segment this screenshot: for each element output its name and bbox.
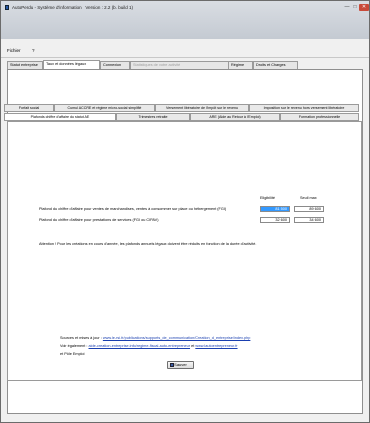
- save-button[interactable]: Sauver: [167, 361, 194, 369]
- plafond-ventes-eligibility-field[interactable]: 81 500: [260, 206, 290, 212]
- lautoentrepreneur-link[interactable]: www.lautoentrepreneur.fr: [195, 344, 237, 348]
- save-button-label: Sauver: [174, 362, 187, 367]
- tab-regime[interactable]: Régime: [228, 61, 253, 69]
- menu-help[interactable]: ?: [32, 48, 35, 53]
- minimize-button[interactable]: —: [343, 4, 351, 11]
- plafond-services-threshold-field[interactable]: 34 600: [294, 217, 324, 223]
- plafond-ventes-threshold-field[interactable]: 89 600: [294, 206, 324, 212]
- sources-rsi-link[interactable]: www.le-rsi.fr/publications/supports_de_c…: [103, 336, 251, 340]
- close-button[interactable]: ✕: [359, 4, 369, 11]
- subtab-plafonds-ca[interactable]: Plafonds chiffre d'affaire du statut AE: [4, 113, 116, 121]
- plafond-ventes-label: Plafond du chiffre d'affaire pour ventes…: [39, 207, 227, 211]
- subtab-versement-liberatoire[interactable]: Versement libératoire de l'impôt sur le …: [155, 104, 249, 112]
- subtab-cumul-accre[interactable]: Cumul ACCRE et régime micro-social simpl…: [54, 104, 155, 112]
- tab-droits-charges[interactable]: Droits et Charges: [253, 61, 298, 69]
- subtab-forfait-social[interactable]: Forfait social: [4, 104, 54, 112]
- sources-line-3: et Pôle Emploi: [60, 352, 85, 356]
- menu-file[interactable]: Fichier: [7, 48, 21, 53]
- menu-separator: [1, 57, 369, 58]
- subtab-trimestres-retraite[interactable]: Trimestres retraite: [116, 113, 190, 121]
- title-bar[interactable]: AutoPerdu - Système d'information Versio…: [1, 1, 369, 39]
- maximize-button[interactable]: □: [351, 4, 359, 11]
- plafonds-panel: Eligibilité Seuil max Plafond du chiffre…: [7, 121, 362, 381]
- subtab-are[interactable]: ARE (Aide au Retour à l'Emploi): [190, 113, 280, 121]
- subtab-formation-professionnelle[interactable]: Formation professionnelle: [280, 113, 359, 121]
- tab-connexion[interactable]: Connexion: [100, 61, 130, 69]
- app-window: AutoPerdu - Système d'information Versio…: [0, 0, 370, 423]
- app-icon: [5, 5, 9, 10]
- sources-prefix: Sources et mises à jour :: [60, 336, 102, 340]
- eligibility-header: Eligibilité: [260, 196, 275, 200]
- plafonds-warning: Attention ! Pour les créations en cours …: [39, 242, 257, 246]
- threshold-header: Seuil max: [300, 196, 317, 200]
- plafond-services-label: Plafond du chiffre d'affaire pour presta…: [39, 218, 159, 222]
- sources-line-1: Sources et mises à jour : www.le-rsi.fr/…: [60, 336, 250, 340]
- see-also-prefix: Voir également :: [60, 344, 88, 348]
- tab-statut-entreprise[interactable]: Statut entreprise: [7, 61, 43, 69]
- menu-bar: Fichier ?: [1, 48, 369, 56]
- tab-statistiques[interactable]: Statistiques de votre activité: [130, 61, 234, 69]
- tab-taux-donnees-legaux[interactable]: Taux et données légaux: [43, 60, 100, 69]
- sources-line-2: Voir également : aide-creation-entrepris…: [60, 344, 238, 348]
- save-icon: [170, 363, 174, 367]
- aide-creation-link[interactable]: aide-creation-entreprise.info/regime-fis…: [89, 344, 191, 348]
- plafond-services-eligibility-field[interactable]: 32 600: [260, 217, 290, 223]
- and-text: et: [191, 344, 195, 348]
- subtab-imposition-revenu[interactable]: Imposition sur le revenu hors versement …: [249, 104, 359, 112]
- window-title: AutoPerdu - Système d'information Versio…: [12, 5, 133, 10]
